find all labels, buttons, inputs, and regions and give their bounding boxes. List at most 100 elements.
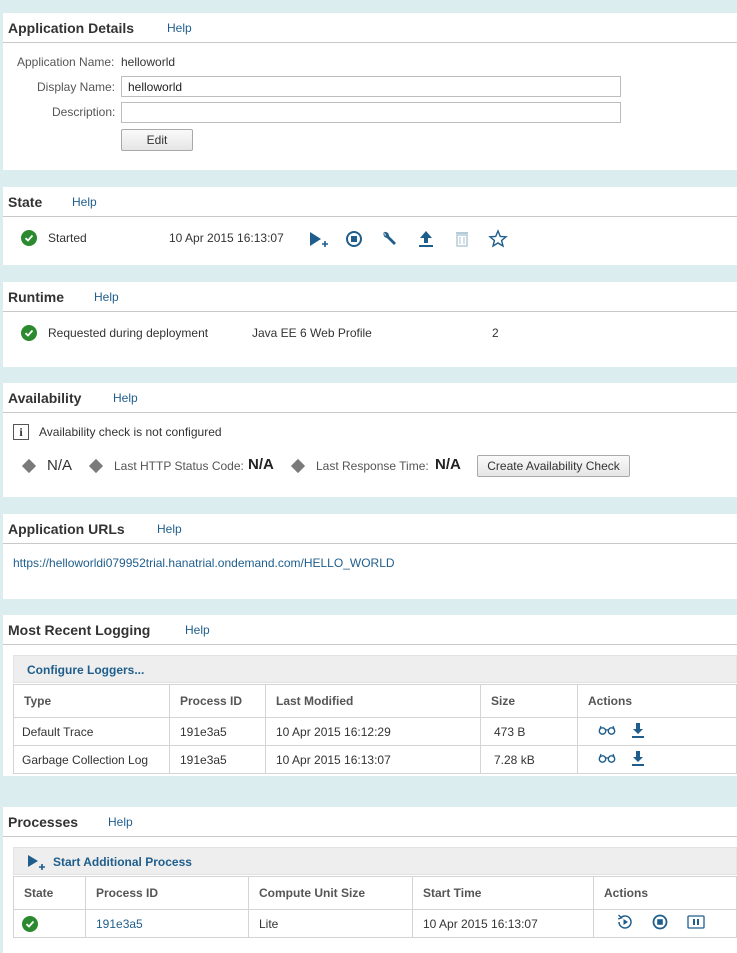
download-icon[interactable] (631, 722, 645, 741)
log-actions (577, 717, 737, 746)
availability-panel: Availability Help i Availability check i… (3, 383, 737, 497)
logging-table-header: Type Process ID Last Modified Size Actio… (13, 684, 737, 718)
column-header[interactable]: Process ID (85, 876, 249, 910)
download-icon[interactable] (631, 750, 645, 769)
http-status-label: Last HTTP Status Code: (114, 459, 244, 473)
log-type: Garbage Collection Log (13, 745, 170, 774)
runtime-count: 2 (492, 326, 499, 340)
create-availability-check-button[interactable]: Create Availability Check (477, 455, 630, 477)
process-compute-size: Lite (248, 909, 413, 938)
column-header[interactable]: Compute Unit Size (248, 876, 413, 910)
processes-table-header: State Process ID Compute Unit Size Start… (13, 876, 737, 910)
log-size: 7.28 kB (480, 745, 578, 774)
processes-panel: Processes Help Start Additional Process … (3, 807, 737, 953)
process-state (13, 909, 86, 938)
log-type: Default Trace (13, 717, 170, 746)
state-timestamp: 10 Apr 2015 16:13:07 (169, 231, 284, 245)
start-process-icon[interactable] (26, 853, 46, 874)
log-last-modified: 10 Apr 2015 16:13:07 (265, 745, 481, 774)
logging-table: Type Process ID Last Modified Size Actio… (13, 684, 737, 774)
display-name-field[interactable] (121, 76, 621, 97)
runtime-profile: Java EE 6 Web Profile (252, 326, 372, 340)
logging-panel: Most Recent Logging Help Configure Logge… (3, 615, 737, 776)
column-header[interactable]: Start Time (412, 876, 594, 910)
logging-toolbar: Configure Loggers... (13, 655, 737, 683)
application-urls-title: Application URLs (8, 521, 125, 537)
state-title: State (8, 194, 43, 210)
http-status-value: N/A (248, 456, 274, 473)
table-row: 191e3a5 Lite 10 Apr 2015 16:13:07 (13, 909, 737, 938)
pause-icon[interactable] (687, 914, 705, 933)
log-process-id: 191e3a5 (169, 717, 266, 746)
application-details-header: Application Details Help (3, 13, 737, 43)
response-diamond-icon (290, 458, 306, 474)
process-running-check-icon (22, 915, 38, 932)
process-id-cell: 191e3a5 (85, 909, 249, 938)
column-header[interactable]: State (13, 876, 86, 910)
application-urls-panel: Application URLs Help https://helloworld… (3, 514, 737, 599)
configure-loggers-link[interactable]: Configure Loggers... (27, 663, 144, 677)
state-header: State Help (3, 187, 737, 217)
table-row: Garbage Collection Log 191e3a5 10 Apr 20… (13, 745, 737, 774)
stop-icon[interactable] (344, 229, 364, 249)
application-details-help-link[interactable]: Help (167, 21, 192, 35)
processes-table: State Process ID Compute Unit Size Start… (13, 876, 737, 938)
started-check-icon (21, 230, 37, 246)
runtime-panel: Runtime Help Requested during deployment… (3, 282, 737, 367)
runtime-header: Runtime Help (3, 282, 737, 312)
restart-icon[interactable] (616, 913, 634, 934)
view-glasses-icon[interactable] (598, 724, 616, 739)
availability-help-link[interactable]: Help (113, 391, 138, 405)
wrench-icon[interactable] (379, 229, 399, 249)
application-details-title: Application Details (8, 20, 135, 36)
process-start-time: 10 Apr 2015 16:13:07 (412, 909, 594, 938)
runtime-status: Requested during deployment (48, 326, 209, 340)
logging-title: Most Recent Logging (8, 622, 151, 638)
description-label: Description: (52, 105, 116, 119)
runtime-help-link[interactable]: Help (94, 290, 119, 304)
response-time-value: N/A (435, 456, 461, 473)
start-additional-process-link[interactable]: Start Additional Process (53, 855, 192, 869)
edit-button[interactable]: Edit (121, 129, 193, 151)
column-header: Actions (593, 876, 737, 910)
view-glasses-icon[interactable] (598, 752, 616, 767)
application-name-label: Application Name: (17, 55, 115, 69)
process-actions (593, 909, 737, 938)
star-icon[interactable] (488, 229, 508, 249)
start-additional-icon[interactable] (307, 229, 328, 249)
status-diamond-icon (21, 458, 37, 474)
description-field[interactable] (121, 102, 621, 123)
log-actions (577, 745, 737, 774)
table-row: Default Trace 191e3a5 10 Apr 2015 16:12:… (13, 717, 737, 746)
log-last-modified: 10 Apr 2015 16:12:29 (265, 717, 481, 746)
processes-title: Processes (8, 814, 79, 830)
column-header: Actions (577, 684, 737, 718)
column-header[interactable]: Last Modified (265, 684, 481, 718)
processes-toolbar: Start Additional Process (13, 847, 737, 875)
application-url-link[interactable]: https://helloworldi079952trial.hanatrial… (13, 556, 395, 570)
logging-header: Most Recent Logging Help (3, 615, 737, 645)
log-process-id: 191e3a5 (169, 745, 266, 774)
availability-status-value: N/A (47, 457, 73, 474)
processes-help-link[interactable]: Help (108, 815, 133, 829)
response-time-label: Last Response Time: (316, 459, 429, 473)
application-urls-help-link[interactable]: Help (157, 522, 182, 536)
availability-info-text: Availability check is not configured (39, 425, 222, 439)
application-name-value: helloworld (121, 55, 176, 69)
upload-icon[interactable] (416, 229, 436, 249)
availability-header: Availability Help (3, 383, 737, 413)
state-panel: State Help Started 10 Apr 2015 16:13:07 (3, 187, 737, 265)
column-header[interactable]: Size (480, 684, 578, 718)
application-urls-header: Application URLs Help (3, 514, 737, 544)
stop-process-icon[interactable] (651, 913, 669, 934)
column-header[interactable]: Type (13, 684, 170, 718)
logging-help-link[interactable]: Help (185, 623, 210, 637)
log-size: 473 B (480, 717, 578, 746)
state-help-link[interactable]: Help (72, 195, 97, 209)
column-header[interactable]: Process ID (169, 684, 266, 718)
info-icon: i (13, 424, 29, 440)
processes-header: Processes Help (3, 807, 737, 837)
process-id-link[interactable]: 191e3a5 (96, 917, 143, 931)
state-status: Started (48, 231, 87, 245)
trash-icon[interactable] (452, 229, 472, 249)
